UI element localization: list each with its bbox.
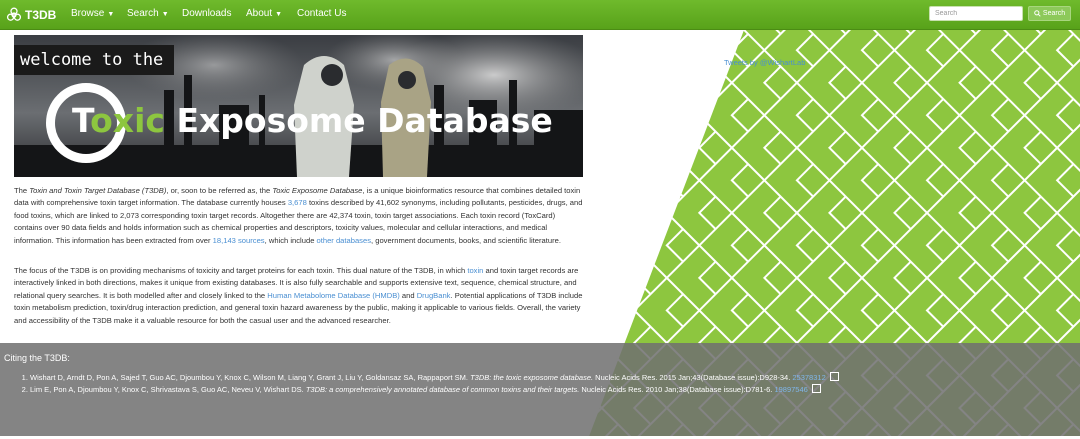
citation-item: Lim E, Pon A, Djoumbou Y, Knox C, Shriva…: [30, 383, 1030, 395]
drugbank-link[interactable]: DrugBank: [417, 291, 451, 300]
text: Toxin and Toxin Target Database (T3DB): [29, 186, 167, 195]
other-databases-link[interactable]: other databases: [317, 236, 371, 245]
search-button[interactable]: Search: [1028, 6, 1071, 21]
tweets-link[interactable]: Tweets by @WishartLab: [724, 58, 805, 67]
nav-about-menu[interactable]: About ▼: [246, 8, 282, 19]
text: , or, soon to be referred as, the: [166, 186, 273, 195]
citation-item: Wishart D, Arndt D, Pon A, Sajed T, Guo …: [30, 371, 1030, 383]
external-link-icon[interactable]: [829, 372, 839, 381]
intro-paragraph-2: The focus of the T3DB is on providing me…: [14, 265, 583, 327]
citation-title: Citing the T3DB:: [4, 353, 70, 363]
main-content: welcome to the Toxic Exposome Database T…: [8, 29, 584, 343]
chevron-down-icon: ▼: [275, 11, 283, 18]
citation-source: Nucleic Acids Res. 2010 Jan;38(Database …: [579, 385, 775, 394]
nav-browse-label: Browse: [71, 8, 105, 19]
logo-word: oxic: [90, 101, 165, 140]
citation-title-text: T3DB: a comprehensively annotated databa…: [305, 385, 580, 394]
citation-section: Citing the T3DB: Wishart D, Arndt D, Pon…: [0, 343, 1080, 436]
text: The: [14, 186, 30, 195]
hmdb-link[interactable]: Human Metabolome Database (HMDB): [267, 291, 400, 300]
citation-source: Nucleic Acids Res. 2015 Jan;43(Database …: [593, 373, 793, 382]
citation-authors: Wishart D, Arndt D, Pon A, Sajed T, Guo …: [30, 373, 471, 382]
nav-contact-link[interactable]: Contact Us: [297, 8, 346, 19]
chevron-down-icon: ▼: [161, 11, 169, 18]
text: , which include: [264, 235, 317, 245]
text: and: [399, 290, 417, 300]
external-link-icon[interactable]: [811, 384, 821, 393]
nav-contact-label: Contact Us: [297, 8, 347, 19]
toxins-count-link[interactable]: 3,678: [288, 198, 307, 207]
sources-link[interactable]: 18,143 sources: [213, 236, 265, 245]
brand-name: T3DB: [25, 7, 57, 22]
intro-paragraph-1: The Toxin and Toxin Target Database (T3D…: [14, 185, 583, 247]
nav-downloads-link[interactable]: Downloads: [182, 8, 231, 19]
search-button-label: Search: [1042, 10, 1066, 17]
pubmed-link[interactable]: 25378312: [792, 373, 825, 382]
text: Toxic Exposome Database: [272, 186, 363, 195]
chevron-down-icon: ▼: [107, 11, 115, 18]
brand-logo-link[interactable]: T3DB: [6, 6, 56, 23]
pubmed-link[interactable]: 19897546: [774, 385, 807, 394]
nav-about-label: About: [246, 8, 273, 19]
search-icon: [1034, 10, 1041, 17]
welcome-banner: welcome to the Toxic Exposome Database: [14, 35, 583, 177]
text: , government documents, books, and scien…: [371, 235, 561, 245]
logo-letter: T: [72, 101, 91, 140]
citation-authors: Lim E, Pon A, Djoumbou Y, Knox C, Shriva…: [30, 385, 306, 394]
banner-title: Toxic Exposome Database: [72, 101, 553, 140]
citation-title-text: T3DB: the toxic exposome database.: [470, 373, 594, 382]
welcome-caption: welcome to the: [14, 45, 174, 75]
biohazard-icon: [6, 7, 22, 21]
nav-search-label: Search: [127, 8, 159, 19]
banner-title-rest: Exposome Database: [164, 101, 553, 140]
nav-search-menu[interactable]: Search ▼: [127, 8, 169, 19]
top-navbar: T3DB Browse ▼ Search ▼ Downloads About ▼ Co…: [0, 0, 1080, 30]
citation-list: Wishart D, Arndt D, Pon A, Sajed T, Guo …: [16, 371, 1030, 395]
nav-downloads-label: Downloads: [182, 8, 232, 19]
search-input[interactable]: [929, 6, 1023, 21]
text: The focus of the T3DB is on providing me…: [14, 266, 468, 275]
toxin-link[interactable]: toxin: [467, 266, 483, 275]
nav-browse-menu[interactable]: Browse ▼: [71, 8, 114, 19]
